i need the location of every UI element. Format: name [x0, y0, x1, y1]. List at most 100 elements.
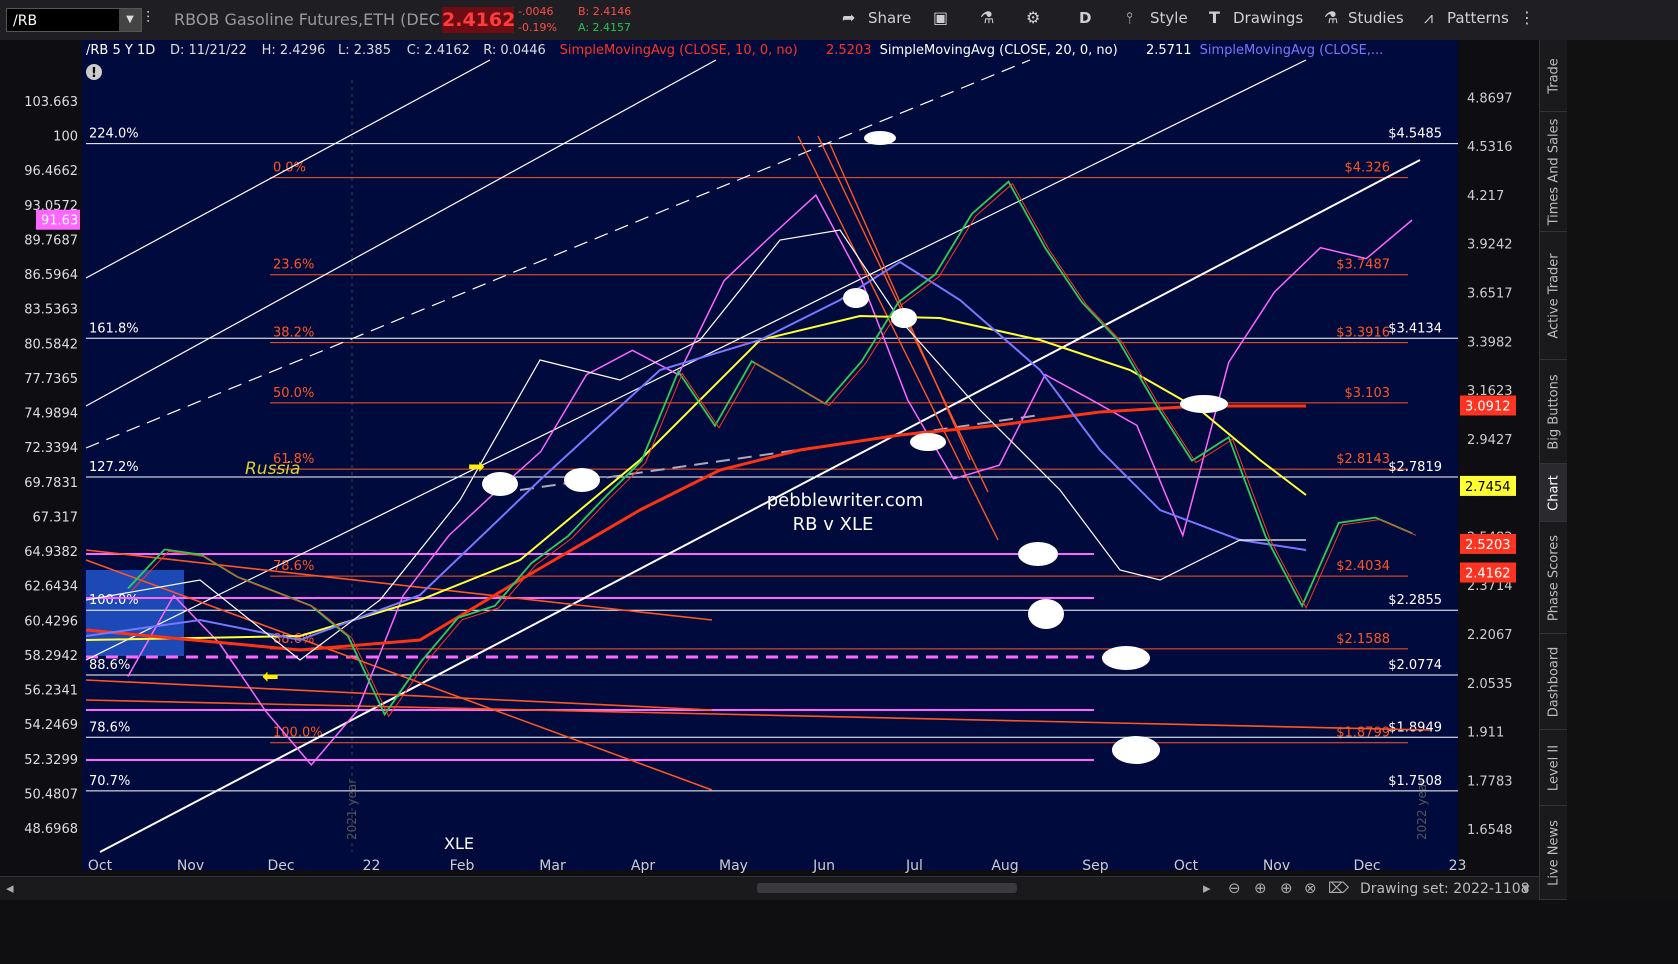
tab-active-trader[interactable]: Active Trader — [1540, 232, 1567, 360]
left-tick-label: 48.6968 — [24, 822, 78, 837]
link-icon[interactable]: ⫶ — [146, 8, 150, 28]
flask-icon[interactable]: ⚗ — [980, 8, 994, 27]
drawings-icon[interactable]: T — [1209, 8, 1220, 27]
price-badge: 3.0912 — [1465, 399, 1511, 414]
footer-blank — [0, 900, 1678, 964]
tab-level-ii[interactable]: Level II — [1540, 730, 1567, 806]
left-tick-label: 74.9894 — [24, 407, 78, 422]
scroll-left-icon[interactable]: ◂ — [6, 879, 14, 897]
share-button[interactable]: Share — [868, 9, 911, 27]
gear-icon[interactable]: ⚙ — [1026, 8, 1040, 27]
chevron-down-icon[interactable]: ▾ — [1522, 879, 1530, 897]
fib-pct-white: 88.6% — [89, 658, 130, 673]
left-tick-label: 83.5363 — [24, 303, 78, 318]
drawing-set-label[interactable]: Drawing set: 2022-1108 — [1360, 881, 1530, 897]
studies-button[interactable]: Studies — [1348, 9, 1404, 27]
style-icon[interactable]: ⫯ — [1126, 8, 1133, 28]
tab-chart[interactable]: Chart — [1540, 464, 1567, 522]
annotation-oval — [843, 288, 869, 308]
annotation-oval — [482, 472, 518, 496]
left-tick-label: 103.663 — [24, 95, 78, 110]
x-tick-label: Sep — [1082, 858, 1109, 874]
zoom-in-icon[interactable]: ⊕ — [1280, 879, 1293, 897]
tab-big-buttons[interactable]: Big Buttons — [1540, 360, 1567, 464]
left-tick-label: 69.7831 — [24, 476, 78, 491]
header-field-8: SimpleMovingAvg (CLOSE, 20, 0, no) — [880, 43, 1118, 58]
patterns-button[interactable]: Patterns — [1447, 9, 1509, 27]
fib-pct-white: 224.0% — [89, 127, 139, 142]
style-button[interactable]: Style — [1150, 9, 1188, 27]
scroll-right-icon[interactable]: ▸ — [1203, 879, 1211, 897]
fib-value-white: $1.8949 — [1388, 720, 1442, 735]
snapshot-icon[interactable]: ▣ — [933, 8, 948, 27]
fib-pct-white: 127.2% — [89, 460, 139, 475]
fib-value-white: $3.4134 — [1388, 321, 1442, 336]
x-tick-label: Jun — [812, 858, 835, 874]
right-tick-label: 3.6517 — [1467, 286, 1513, 301]
x-tick-label: Aug — [991, 858, 1018, 874]
ask-price: A: 2.4157 — [578, 21, 632, 34]
header-field-3: L: 2.385 — [338, 43, 391, 58]
annotation-oval — [1112, 736, 1160, 764]
info-icon-glyph: ! — [91, 66, 97, 81]
menu-icon[interactable]: ⋮ — [1519, 8, 1535, 27]
right-tick-label: 4.8697 — [1467, 91, 1513, 106]
header-field-10: SimpleMovingAvg (CLOSE,... — [1200, 43, 1384, 58]
right-tick-label: 1.6548 — [1467, 823, 1513, 838]
x-tick-label: Dec — [267, 858, 294, 874]
scroll-thumb[interactable] — [757, 883, 1017, 893]
x-tick-label: 22 — [363, 858, 381, 874]
right-tick-label: 4.217 — [1467, 189, 1504, 204]
fib-value-white: $4.5485 — [1388, 127, 1442, 142]
price-chart[interactable]: /RB 5 Y 1D D: 11/21/22 H: 2.4296 L: 2.385 C:… — [0, 40, 1539, 876]
drawings-button[interactable]: Drawings — [1233, 9, 1303, 27]
right-tick-label: 3.3982 — [1467, 335, 1513, 350]
left-tick-label: 50.4807 — [24, 787, 78, 802]
price-badge: 2.5203 — [1465, 538, 1511, 553]
zoom-out-icon[interactable]: ⊖ — [1228, 879, 1241, 897]
studies-icon[interactable]: ⚗ — [1324, 8, 1338, 27]
annotation-oval — [910, 433, 946, 451]
fib-value-white: $2.0774 — [1388, 658, 1442, 673]
right-tick-label: 4.5316 — [1467, 140, 1513, 155]
reset-icon[interactable]: ⌦ — [1328, 879, 1349, 897]
left-tick-label: 77.7365 — [24, 372, 78, 387]
header-field-1: D: 11/21/22 — [170, 43, 247, 58]
fib-pct-red: 23.6% — [273, 258, 314, 273]
x-tick-label: Nov — [177, 858, 204, 874]
header-field-9: 2.5711 — [1146, 43, 1192, 58]
left-tick-label: 67.317 — [33, 510, 79, 525]
tab-phase-scores[interactable]: Phase Scores — [1540, 522, 1567, 634]
xle-badge: 91.63 — [41, 214, 78, 229]
left-tick-label: 58.2942 — [24, 649, 78, 664]
zoom-box-icon[interactable]: ⊗ — [1304, 879, 1317, 897]
annotation-oval — [1018, 542, 1058, 566]
symbol-input[interactable]: /RB ▼ — [6, 8, 142, 32]
chart-area[interactable]: /RB 5 Y 1D D: 11/21/22 H: 2.4296 L: 2.385 C:… — [0, 40, 1539, 876]
tab-trade[interactable]: Trade — [1540, 40, 1567, 112]
left-tick-label: 72.3394 — [24, 441, 78, 456]
right-tick-label: 2.0535 — [1467, 677, 1513, 692]
chart-scroll-bar: ◂ ▸ ⊖ ⊕ ⊕ ⊗ ⌦ Drawing set: 2022-1108 ▾ — [0, 876, 1539, 901]
tab-times-and-sales[interactable]: Times And Sales — [1540, 112, 1567, 232]
tab-dashboard[interactable]: Dashboard — [1540, 634, 1567, 730]
fib-pct-white: 70.7% — [89, 774, 130, 789]
chevron-down-icon[interactable]: ▼ — [119, 9, 141, 31]
annotation-oval — [864, 131, 896, 145]
timeframe-button[interactable]: D — [1079, 9, 1091, 27]
header-field-0: /RB 5 Y 1D — [86, 43, 155, 58]
left-tick-label: 96.4662 — [24, 164, 78, 179]
right-tab-bar: Trade Times And Sales Active Trader Big … — [1539, 40, 1567, 900]
patterns-icon[interactable]: ⩘ — [1424, 8, 1433, 28]
right-margin — [1567, 40, 1678, 900]
highlight-box — [86, 570, 184, 656]
price-change: -.0046 — [518, 5, 554, 18]
tab-live-news[interactable]: Live News — [1540, 806, 1567, 900]
header-field-4: C: 2.4162 — [407, 43, 470, 58]
x-tick-label: Feb — [450, 858, 475, 874]
watermark-site: pebblewriter.com — [767, 490, 924, 511]
fib-pct-white: 78.6% — [89, 720, 130, 735]
fib-value-red: $3.7487 — [1336, 258, 1390, 273]
share-icon[interactable]: ➦ — [842, 8, 855, 27]
crosshair-icon[interactable]: ⊕ — [1254, 879, 1267, 897]
